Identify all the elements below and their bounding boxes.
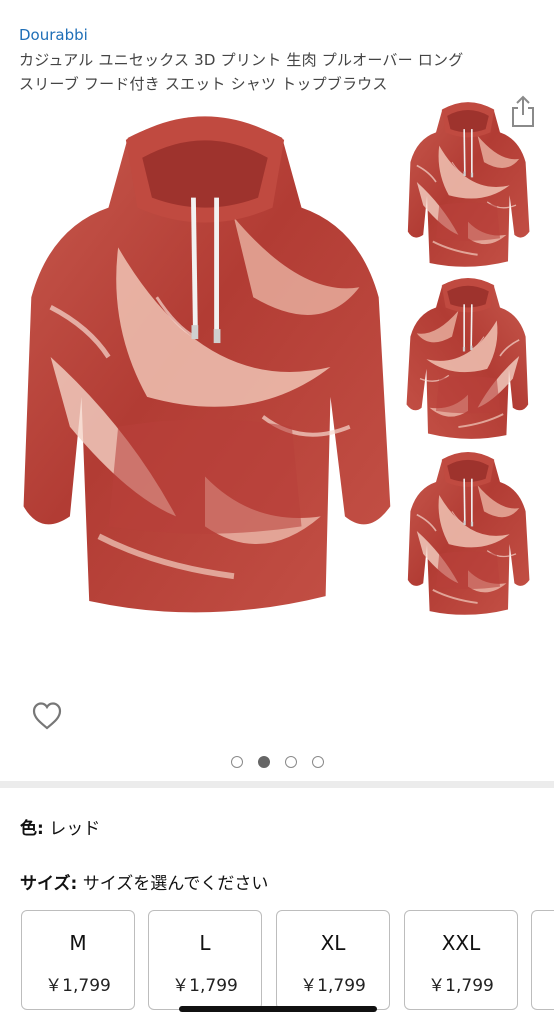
pager-dot[interactable] [230,756,243,768]
size-option-m[interactable]: M ￥1,799 [21,910,135,1010]
size-option-l[interactable]: L ￥1,799 [148,910,262,1010]
product-thumbnail-1[interactable] [404,96,532,268]
color-value: レッド [49,819,101,839]
size-price: ￥1,799 [172,976,238,996]
pager-dot[interactable] [284,756,297,768]
pager-dot[interactable] [311,756,324,768]
size-prompt: サイズを選んでください [82,874,269,894]
size-name: M [69,931,87,955]
size-selection: サイズ: サイズを選んでください [20,869,268,894]
color-label: 色: [20,819,44,839]
color-selection: 色: レッド [20,814,100,839]
size-name: XXL [441,931,481,955]
size-option-xxl[interactable]: XXL ￥1,799 [404,910,518,1010]
size-name: L [199,931,211,955]
home-indicator[interactable] [179,1006,377,1012]
size-price: ￥1,799 [428,976,494,996]
product-image-main[interactable] [12,98,398,616]
size-label: サイズ: [20,874,78,894]
heart-icon[interactable] [31,701,63,731]
size-price: ￥1,799 [45,976,111,996]
brand-link[interactable]: Dourabbi [19,26,88,44]
size-option-xl[interactable]: XL ￥1,799 [276,910,390,1010]
image-pager [0,756,554,768]
size-name: XL [320,931,346,955]
product-title: カジュアル ユニセックス 3D プリント 生肉 プルオーバー ロング スリーブ … [19,48,534,96]
product-title-line-2: スリーブ フード付き スエット シャツ トップブラウス [19,75,388,93]
product-thumbnail-2[interactable] [404,272,532,440]
section-divider [0,781,554,788]
size-price: ￥1,799 [300,976,366,996]
size-option-partial[interactable] [531,910,554,1010]
pager-dot-active[interactable] [257,756,270,768]
product-title-line-1: カジュアル ユニセックス 3D プリント 生肉 プルオーバー ロング [19,51,464,69]
product-thumbnail-3[interactable] [404,446,532,616]
